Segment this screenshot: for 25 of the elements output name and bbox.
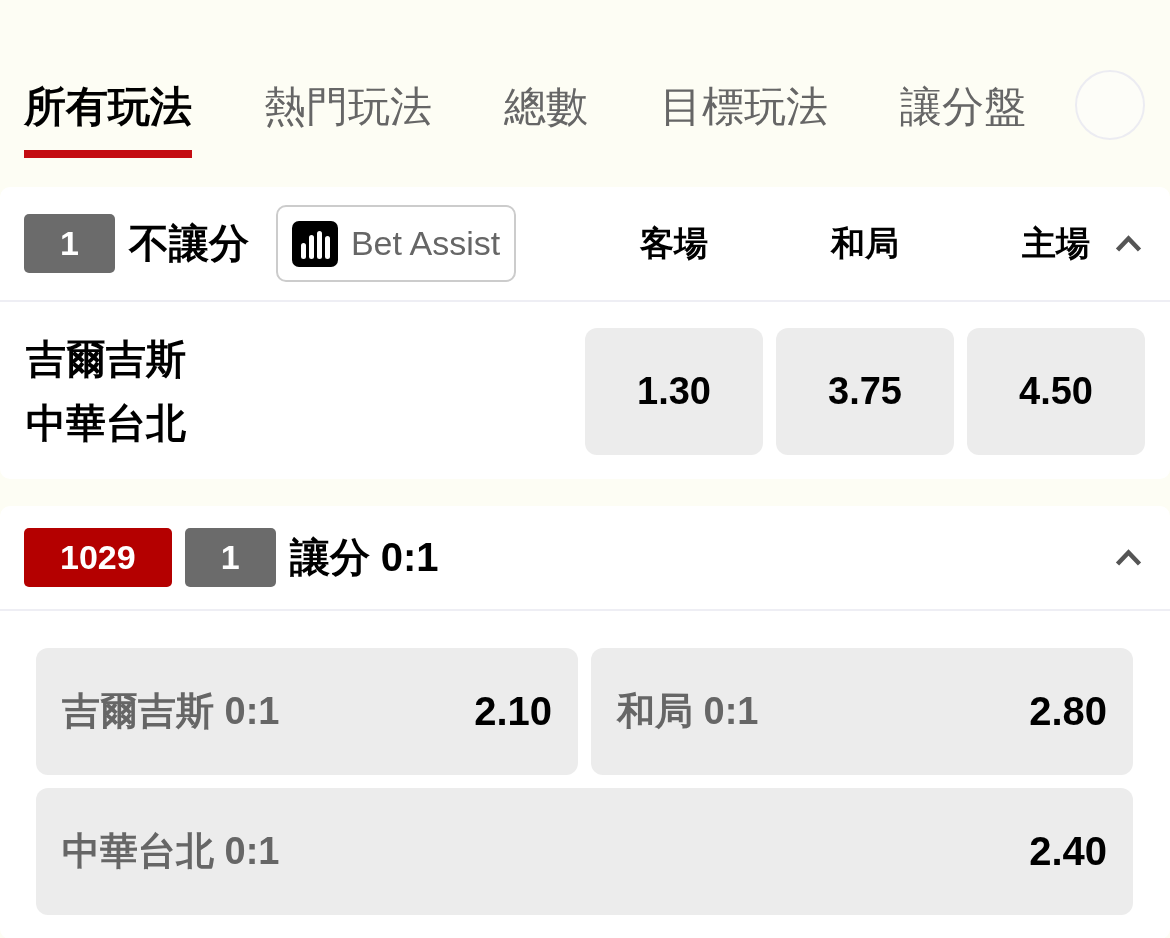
tab[interactable]: 讓分盤 — [900, 84, 1026, 158]
bet-option-button[interactable]: 中華台北 0:1 2.40 — [36, 788, 1133, 915]
market-title: 讓分 0:1 — [289, 534, 439, 581]
chevron-up-icon[interactable] — [1115, 234, 1142, 252]
market-title: 不讓分 — [128, 220, 249, 267]
event-code-badge: 1029 — [24, 528, 172, 587]
team-name: 吉爾吉斯 — [26, 336, 186, 383]
team-name: 中華台北 — [26, 400, 186, 447]
odds-button[interactable]: 3.75 — [776, 327, 954, 455]
tab[interactable]: 目標玩法 — [660, 84, 828, 158]
market-number-badge: 1 — [184, 528, 276, 587]
tab[interactable]: 總數 — [504, 84, 588, 158]
odds-button[interactable]: 4.50 — [967, 327, 1145, 455]
column-header: 主場 — [1022, 222, 1090, 264]
bar-chart-icon — [291, 220, 338, 267]
column-header: 客場 — [640, 222, 708, 264]
column-header: 和局 — [831, 222, 899, 264]
market-number-badge: 1 — [24, 214, 115, 273]
tab[interactable]: 熱門玩法 — [264, 84, 432, 158]
bet-option-button[interactable]: 吉爾吉斯 0:1 2.10 — [36, 648, 578, 775]
tab[interactable]: 所有玩法 — [24, 84, 192, 158]
bet-option-button[interactable]: 和局 0:1 2.80 — [591, 648, 1133, 775]
bet-assist-button[interactable]: Bet Assist — [275, 205, 517, 282]
odds-button[interactable]: 1.30 — [585, 327, 763, 455]
chevron-up-icon[interactable] — [1115, 548, 1142, 566]
